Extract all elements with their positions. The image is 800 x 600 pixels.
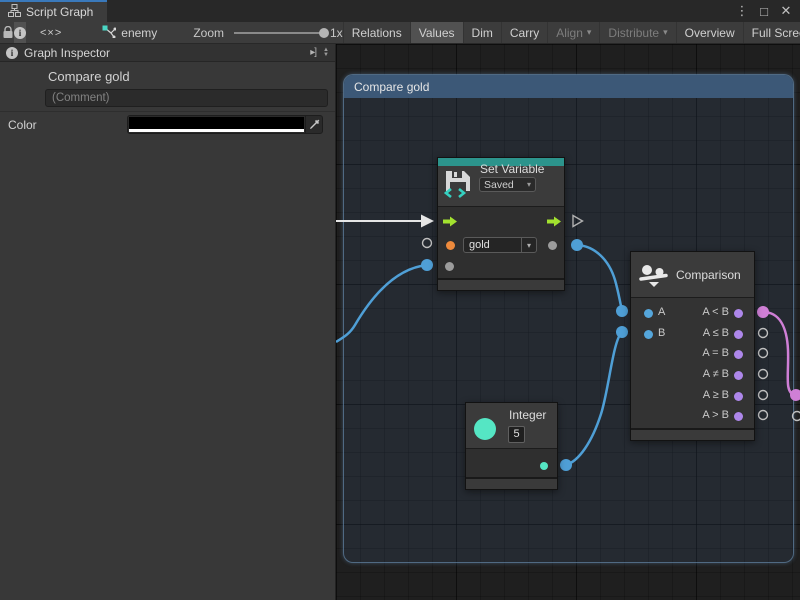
output-label: A = B: [702, 347, 729, 359]
output-label: A > B: [702, 409, 729, 421]
integer-output-port[interactable]: [540, 462, 548, 470]
output-label: A ≥ B: [703, 389, 729, 401]
tab-script-graph[interactable]: Script Graph: [0, 0, 107, 22]
overview-button[interactable]: Overview: [676, 22, 743, 43]
maximize-icon[interactable]: □: [756, 3, 772, 19]
graph-inspector-panel: i Graph Inspector ▸] ▲ ▼ Compare gold Co…: [0, 44, 336, 600]
graph-inspector-header: i Graph Inspector ▸] ▲ ▼: [0, 44, 335, 62]
window-menu-icon[interactable]: ⋮: [734, 3, 750, 19]
info-icon: i: [6, 47, 18, 59]
flow-input-port[interactable]: [442, 216, 458, 230]
divider: [0, 111, 335, 112]
output-label: A ≠ B: [703, 368, 729, 380]
graph-title: Compare gold: [48, 69, 130, 84]
chevron-down-icon: ▾: [587, 27, 592, 38]
alpha-bar: [129, 129, 304, 132]
graph-hierarchy-icon: [8, 4, 21, 20]
value-input-port[interactable]: [445, 262, 454, 271]
full-screen-button[interactable]: Full Screen: [743, 22, 800, 43]
zoom-control: Zoom 1x: [193, 22, 342, 43]
dim-button[interactable]: Dim: [463, 22, 501, 43]
zoom-slider[interactable]: [234, 32, 326, 34]
output-label: A < B: [702, 306, 729, 318]
output-port-not-equal[interactable]: [734, 371, 743, 380]
code-view-button[interactable]: <×>: [40, 22, 62, 43]
node-set-variable[interactable]: Set Variable Saved ▾ gold ▾: [437, 157, 565, 291]
comparison-scale-icon: [638, 263, 669, 292]
tab-bar: Script Graph ⋮ □ ✕: [0, 0, 800, 22]
carry-button[interactable]: Carry: [501, 22, 547, 43]
node-title: Comparison: [676, 268, 741, 282]
save-variable-icon: [444, 169, 472, 202]
node-footer: [466, 477, 557, 489]
input-label: B: [658, 327, 665, 339]
chevron-down-icon: ▾: [521, 238, 536, 252]
eyedropper-icon: [309, 119, 320, 130]
integer-value-input[interactable]: 5: [508, 426, 525, 443]
chevron-down-icon: ▾: [663, 27, 668, 38]
align-dropdown[interactable]: Align▾: [547, 22, 599, 43]
window-controls: ⋮ □ ✕: [734, 0, 800, 22]
code-icon: <×>: [40, 27, 62, 39]
comment-input[interactable]: [45, 89, 328, 107]
eyedropper-button[interactable]: [305, 116, 322, 133]
output-label: A ≤ B: [703, 327, 729, 339]
tab-title: Script Graph: [26, 5, 93, 19]
color-value: [129, 117, 304, 129]
panel-scrubber[interactable]: ▲ ▼: [323, 48, 329, 58]
output-port-less-equal[interactable]: [734, 330, 743, 339]
breadcrumb[interactable]: enemy: [102, 22, 157, 43]
node-comparison[interactable]: Comparison A A < B B A ≤ B A = B A ≠ B: [630, 251, 755, 441]
output-port-less[interactable]: [734, 309, 743, 318]
graph-node-icon: [102, 25, 116, 41]
close-icon[interactable]: ✕: [778, 3, 794, 19]
breadcrumb-label: enemy: [121, 26, 157, 40]
input-port-b[interactable]: [644, 330, 653, 339]
color-field[interactable]: [127, 115, 323, 134]
inspector-toggle-button[interactable]: i: [14, 22, 26, 43]
flow-output-port[interactable]: [546, 216, 562, 230]
chevron-down-icon: ▾: [527, 180, 531, 189]
group-title: Compare gold: [354, 80, 429, 94]
input-port-a[interactable]: [644, 309, 653, 318]
color-label: Color: [8, 118, 37, 132]
lock-icon[interactable]: [2, 22, 14, 43]
distribute-dropdown[interactable]: Distribute▾: [599, 22, 675, 43]
node-footer: [438, 278, 564, 290]
graph-canvas[interactable]: Compare gold: [336, 44, 800, 600]
relations-button[interactable]: Relations: [343, 22, 410, 43]
variable-kind-dropdown[interactable]: Saved ▾: [479, 177, 536, 192]
zoom-label: Zoom: [193, 26, 224, 40]
value-output-port[interactable]: [548, 241, 557, 250]
integer-type-icon: [474, 418, 496, 440]
node-footer: [631, 428, 754, 440]
node-integer[interactable]: Integer 5: [465, 402, 558, 490]
variable-name-port[interactable]: [446, 241, 455, 250]
view-toggles: Relations Values Dim Carry Align▾ Distri…: [343, 22, 800, 43]
scrub-down-icon: ▼: [323, 53, 329, 58]
node-title: Set Variable: [480, 162, 544, 176]
script-graph-window: Script Graph ⋮ □ ✕ i <×> enemy Zoom 1x: [0, 0, 800, 600]
output-port-greater-equal[interactable]: [734, 392, 743, 401]
node-title: Integer: [509, 408, 546, 422]
dock-panel-icon[interactable]: ▸]: [310, 47, 316, 58]
group-header[interactable]: Compare gold: [344, 75, 793, 98]
zoom-slider-knob[interactable]: [319, 28, 329, 38]
variable-name-dropdown[interactable]: gold ▾: [463, 237, 537, 253]
output-port-greater[interactable]: [734, 412, 743, 421]
graph-toolbar: i <×> enemy Zoom 1x Relations Values Dim…: [0, 22, 800, 44]
values-button[interactable]: Values: [410, 22, 463, 43]
color-swatch[interactable]: [129, 117, 304, 132]
info-icon: i: [14, 27, 26, 39]
output-port-equal[interactable]: [734, 350, 743, 359]
input-label: A: [658, 306, 665, 318]
inspector-header-title: Graph Inspector: [24, 46, 110, 60]
zoom-value: 1x: [330, 26, 343, 40]
